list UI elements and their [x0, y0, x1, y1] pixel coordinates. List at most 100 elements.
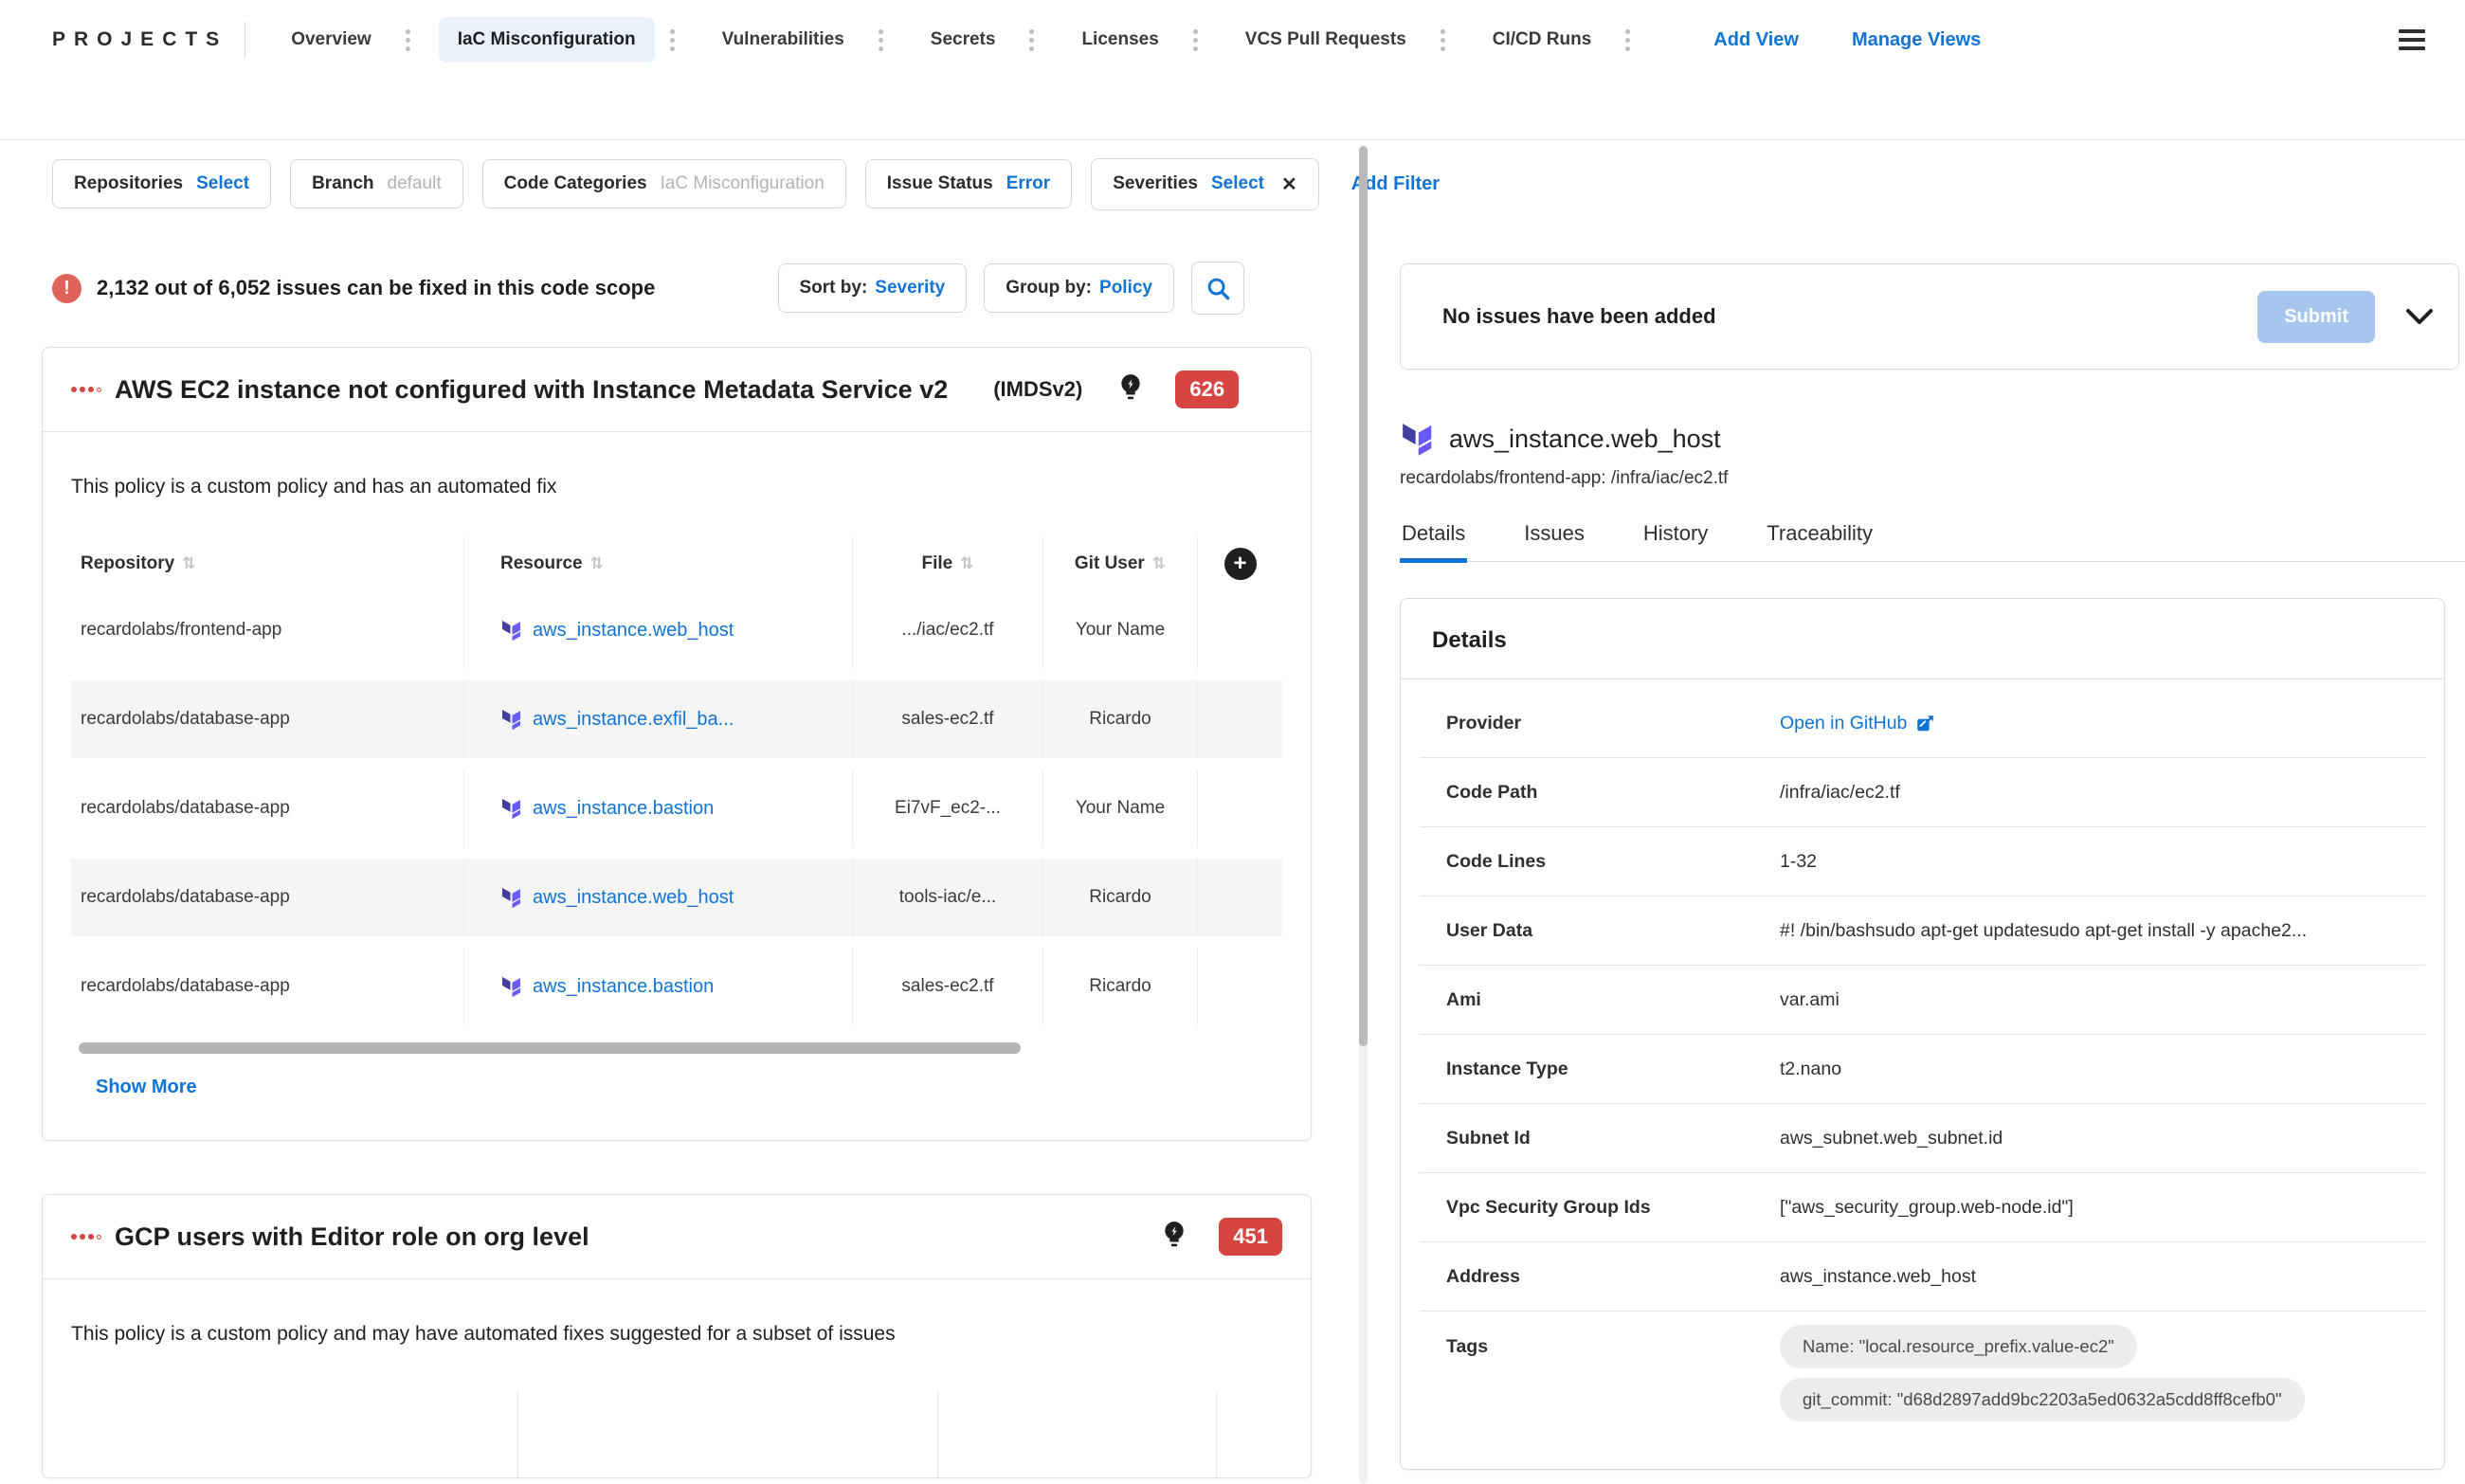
nav-item-overview[interactable]: Overview	[272, 17, 390, 63]
no-issues-message: No issues have been added	[1442, 304, 1716, 328]
open-in-github-link[interactable]: Open in GitHub	[1780, 713, 2416, 734]
external-link-icon	[1917, 715, 1934, 731]
manage-views-link[interactable]: Manage Views	[1852, 29, 1981, 51]
add-view-link[interactable]: Add View	[1713, 29, 1799, 51]
nav-item-iac-misconfiguration[interactable]: IaC Misconfiguration	[438, 17, 655, 63]
detail-row-instance-type: Instance Type t2.nano	[1420, 1035, 2425, 1104]
lightbulb-icon[interactable]	[1162, 1221, 1187, 1254]
policy-card-header: GCP users with Editor role on org level …	[43, 1195, 1311, 1279]
alert-icon: !	[52, 273, 82, 303]
filter-value[interactable]: Select	[1211, 173, 1264, 194]
nav-item-vcs-pull-requests[interactable]: VCS Pull Requests	[1226, 17, 1425, 63]
terraform-icon	[502, 799, 520, 820]
show-more-link[interactable]: Show More	[96, 1077, 197, 1098]
app-logo: PROJECTS	[52, 28, 228, 50]
table-row[interactable]: recardolabs/database-app aws_instance.ba…	[71, 948, 1282, 1025]
nav-item-licenses[interactable]: Licenses	[1062, 17, 1177, 63]
table-row[interactable]: recardolabs/frontend-app aws_instance.we…	[71, 591, 1282, 669]
nav-item-secrets[interactable]: Secrets	[912, 17, 1015, 63]
detail-row-ami: Ami var.ami	[1420, 966, 2425, 1035]
policy-card: AWS EC2 instance not configured with Ins…	[42, 347, 1312, 1141]
terraform-icon	[502, 621, 520, 642]
policy-description: This policy is a custom policy and may h…	[71, 1323, 896, 1345]
sort-by-dropdown[interactable]: Sort by: Severity	[777, 263, 968, 313]
terraform-icon	[502, 710, 520, 731]
kebab-menu-icon[interactable]	[1025, 26, 1038, 55]
filter-value[interactable]: Error	[1006, 173, 1050, 194]
detail-row-subnet-id: Subnet Id aws_subnet.web_subnet.id	[1420, 1104, 2425, 1173]
column-header-file: File	[921, 553, 953, 573]
filter-chip-branch[interactable]: Branch default	[290, 159, 463, 208]
tab-history[interactable]: History	[1641, 521, 1710, 561]
filter-bar: Repositories Select Branch default Code …	[0, 140, 2465, 227]
issue-count-badge: 626	[1175, 371, 1240, 408]
kebab-menu-icon[interactable]	[875, 26, 887, 55]
remove-filter-icon[interactable]: ✕	[1281, 172, 1297, 196]
table-row[interactable]: recardolabs/database-app aws_instance.we…	[71, 859, 1282, 936]
terraform-icon	[502, 977, 520, 998]
resource-link[interactable]: aws_instance.bastion	[533, 976, 714, 998]
severity-high-icon	[71, 1234, 101, 1240]
group-by-dropdown[interactable]: Group by: Policy	[984, 263, 1174, 313]
table-row[interactable]: recardolabs/database-app aws_instance.ba…	[71, 769, 1282, 847]
nav-item-cicd-runs[interactable]: CI/CD Runs	[1474, 17, 1611, 63]
resource-link[interactable]: aws_instance.bastion	[533, 798, 714, 820]
sort-icon[interactable]: ⇅	[960, 554, 973, 573]
resource-header: aws_instance.web_host	[1400, 421, 2465, 457]
search-icon	[1207, 278, 1229, 299]
terraform-icon	[1403, 424, 1432, 456]
filter-value[interactable]: Select	[196, 173, 249, 194]
tab-traceability[interactable]: Traceability	[1765, 521, 1875, 561]
sort-icon[interactable]: ⇅	[1152, 554, 1166, 573]
filter-chip-issue-status[interactable]: Issue Status Error	[864, 159, 1073, 208]
column-header-resource: Resource	[500, 553, 583, 573]
resource-link[interactable]: aws_instance.web_host	[533, 887, 734, 909]
resource-link[interactable]: aws_instance.exfil_ba...	[533, 709, 734, 731]
kebab-menu-icon[interactable]	[1437, 26, 1449, 55]
kebab-menu-icon[interactable]	[1622, 26, 1634, 55]
resource-name: aws_instance.web_host	[1449, 424, 1721, 453]
column-header-repository: Repository	[81, 553, 175, 573]
sort-icon[interactable]: ⇅	[182, 554, 195, 573]
filter-value[interactable]: IaC Misconfiguration	[661, 173, 825, 194]
kebab-menu-icon[interactable]	[666, 26, 679, 55]
severity-high-icon	[71, 387, 101, 392]
detail-row-provider: Provider Open in GitHub	[1420, 689, 2425, 758]
resource-path: recardolabs/frontend-app: /infra/iac/ec2…	[1400, 468, 1729, 488]
add-column-button[interactable]: +	[1223, 548, 1257, 580]
filter-chip-severities[interactable]: Severities Select ✕	[1091, 157, 1319, 210]
sort-icon[interactable]: ⇅	[590, 554, 604, 573]
tab-details[interactable]: Details	[1400, 521, 1468, 563]
details-card: Details Provider Open in GitHub Code Pat…	[1400, 598, 2445, 1470]
terraform-icon	[502, 888, 520, 909]
filter-value[interactable]: default	[388, 173, 442, 194]
details-heading: Details	[1432, 627, 1507, 653]
kebab-menu-icon[interactable]	[1189, 26, 1202, 55]
table-row[interactable]: recardolabs/database-app aws_instance.ex…	[71, 680, 1282, 758]
detail-row-user-data: User Data #! /bin/bashsudo apt-get updat…	[1420, 896, 2425, 966]
policy-card-header: AWS EC2 instance not configured with Ins…	[43, 348, 1311, 432]
submit-button[interactable]: Submit	[2257, 290, 2375, 343]
chevron-down-icon[interactable]	[2405, 308, 2434, 325]
detail-tabs: Details Issues History Traceability	[1400, 521, 2465, 563]
top-nav: PROJECTS Overview IaC Misconfiguration V…	[0, 0, 2465, 140]
detail-row-address: Address aws_instance.web_host	[1420, 1242, 2425, 1312]
kebab-menu-icon[interactable]	[402, 26, 414, 55]
filter-chip-code-categories[interactable]: Code Categories IaC Misconfiguration	[481, 159, 846, 208]
search-button[interactable]	[1191, 262, 1244, 315]
tag-chip: Name: "local.resource_prefix.value-ec2"	[1780, 1325, 2137, 1368]
issue-count-badge: 451	[1219, 1218, 1282, 1256]
policy-card: GCP users with Editor role on org level …	[42, 1194, 1312, 1478]
filter-chip-repositories[interactable]: Repositories Select	[52, 159, 272, 208]
hamburger-menu-icon[interactable]	[2393, 24, 2431, 56]
summary-row: ! 2,132 out of 6,052 issues can be fixed…	[52, 262, 1244, 315]
resource-link[interactable]: aws_instance.web_host	[533, 620, 734, 642]
lightbulb-icon[interactable]	[1118, 373, 1143, 407]
issues-list-panel: ! 2,132 out of 6,052 issues can be fixed…	[0, 227, 1362, 1484]
tab-issues[interactable]: Issues	[1522, 521, 1586, 561]
column-divider	[517, 1392, 518, 1477]
submit-bar: No issues have been added Submit	[1400, 263, 2459, 370]
column-divider	[1216, 1392, 1217, 1477]
nav-item-vulnerabilities[interactable]: Vulnerabilities	[703, 17, 863, 63]
horizontal-scrollbar[interactable]	[79, 1042, 1021, 1054]
